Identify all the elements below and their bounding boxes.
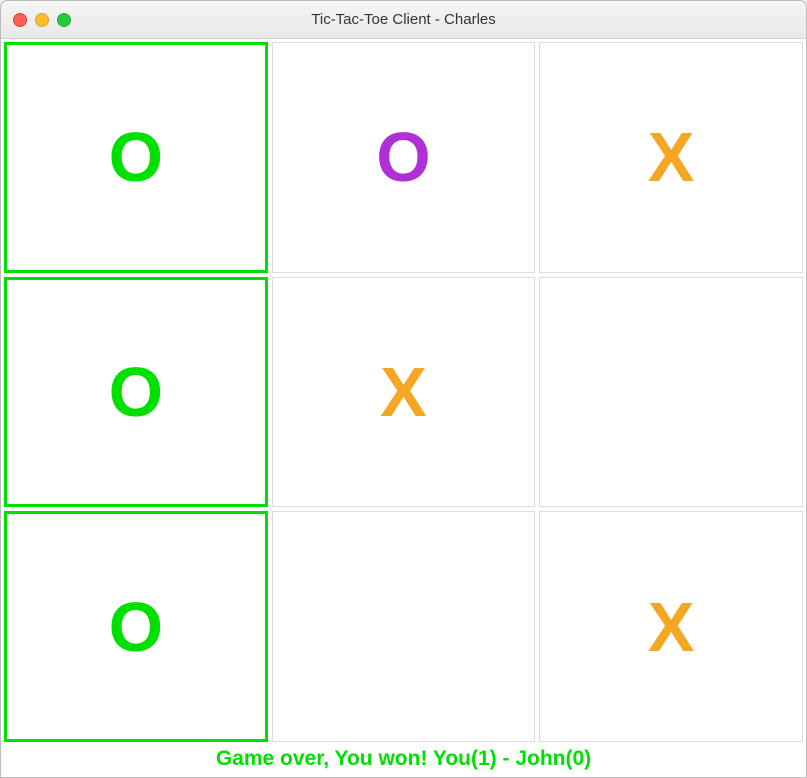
cell-mark: O xyxy=(376,117,430,197)
game-board: O O X O X O X xyxy=(4,42,803,742)
window-frame: Tic-Tac-Toe Client - Charles O O X O X O… xyxy=(0,0,807,778)
cell-2-1[interactable] xyxy=(272,511,536,742)
window-title: Tic-Tac-Toe Client - Charles xyxy=(311,11,496,28)
titlebar[interactable]: Tic-Tac-Toe Client - Charles xyxy=(1,1,806,39)
cell-mark: X xyxy=(648,117,695,197)
cell-2-0[interactable]: O xyxy=(4,511,268,742)
cell-0-1[interactable]: O xyxy=(272,42,536,273)
traffic-lights xyxy=(13,13,71,27)
cell-0-0[interactable]: O xyxy=(4,42,268,273)
cell-1-0[interactable]: O xyxy=(4,277,268,508)
status-bar: Game over, You won! You(1) - John(0) xyxy=(4,742,803,774)
cell-mark: X xyxy=(380,352,427,432)
cell-1-1[interactable]: X xyxy=(272,277,536,508)
content-area: O O X O X O X Game over, You won! You(1)… xyxy=(1,39,806,777)
cell-mark: O xyxy=(109,352,163,432)
cell-0-2[interactable]: X xyxy=(539,42,803,273)
maximize-button[interactable] xyxy=(57,13,71,27)
cell-1-2[interactable] xyxy=(539,277,803,508)
cell-mark: X xyxy=(648,587,695,667)
cell-2-2[interactable]: X xyxy=(539,511,803,742)
cell-mark: O xyxy=(109,587,163,667)
status-message: Game over, You won! You(1) - John(0) xyxy=(216,747,591,771)
cell-mark: O xyxy=(109,117,163,197)
minimize-button[interactable] xyxy=(35,13,49,27)
close-button[interactable] xyxy=(13,13,27,27)
